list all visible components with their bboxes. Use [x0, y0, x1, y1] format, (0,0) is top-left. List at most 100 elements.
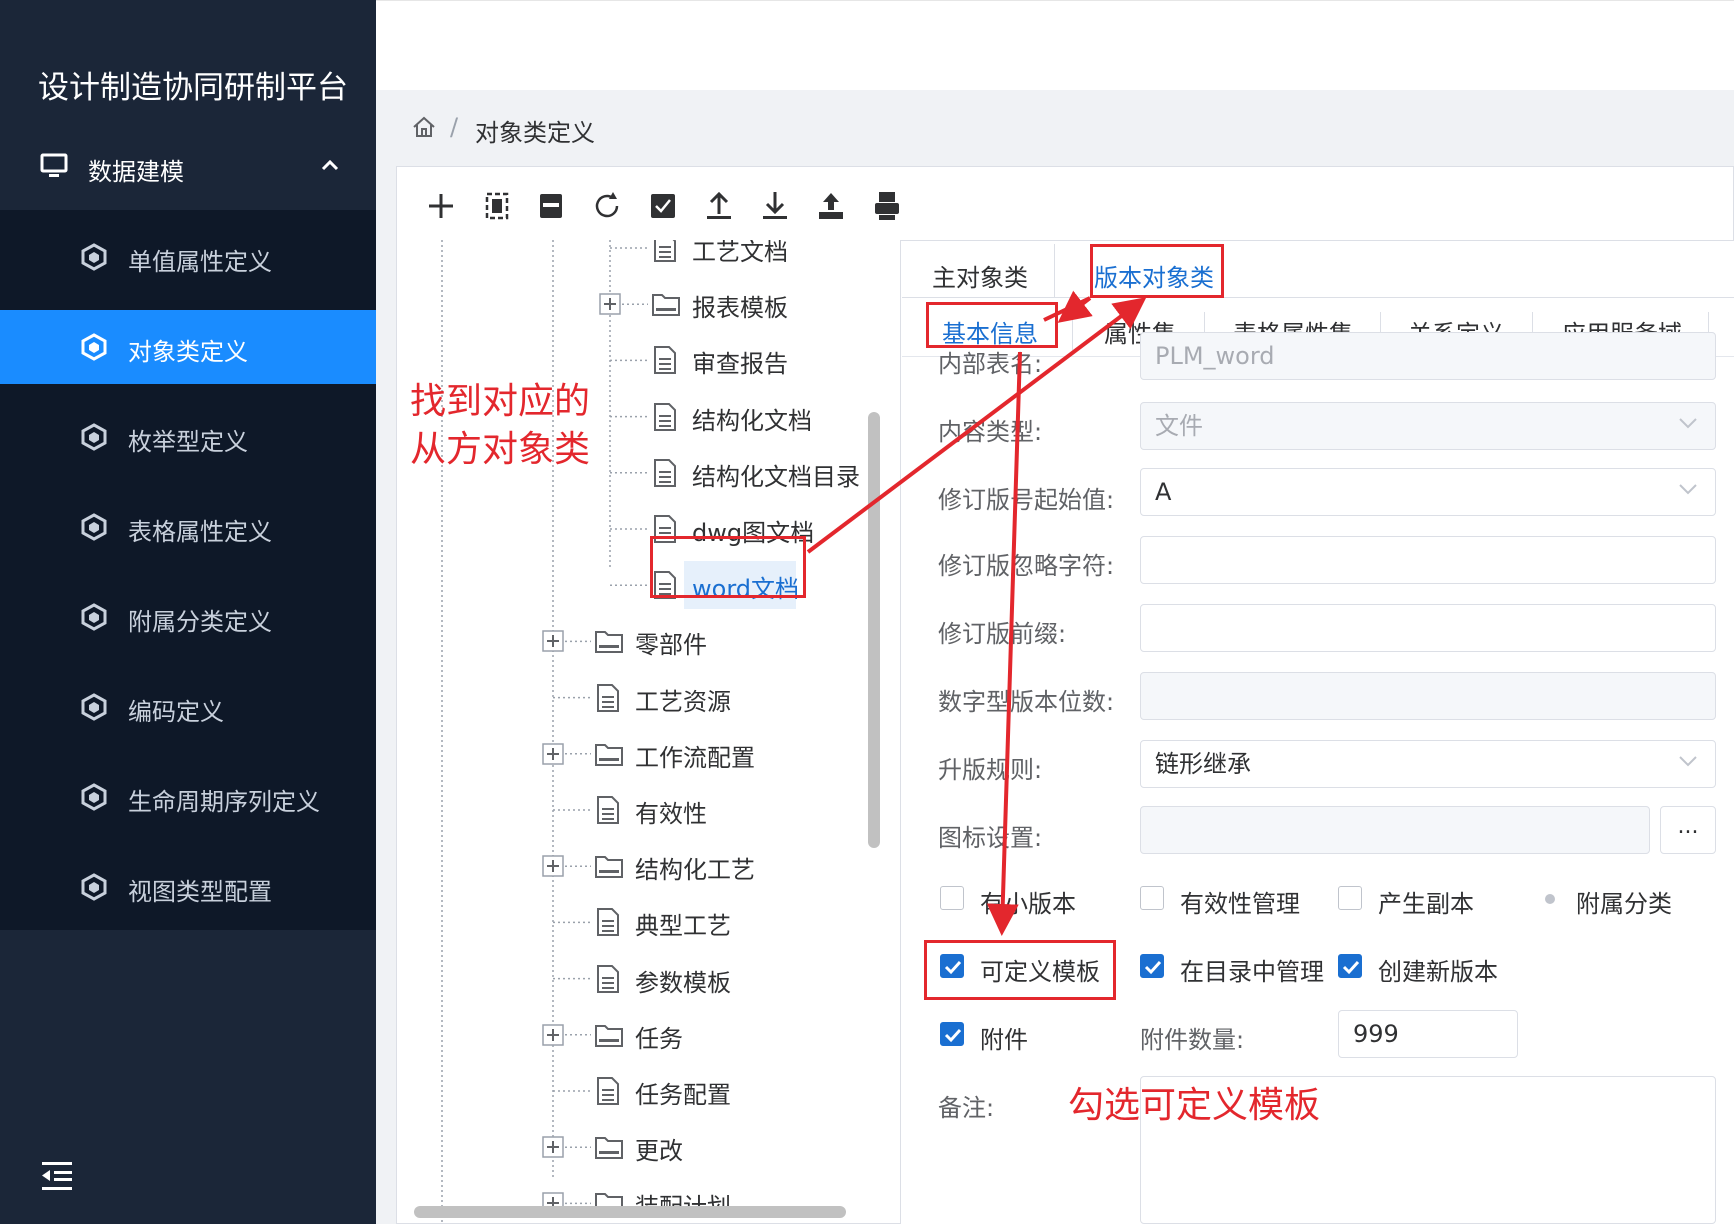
validity-mgmt-checkbox[interactable] — [1140, 886, 1164, 910]
affiliated-class-dot — [1545, 894, 1555, 904]
breadcrumb-separator: / — [450, 113, 459, 141]
document-icon — [654, 346, 676, 375]
sidebar-item-label: 附属分类定义 — [128, 608, 272, 636]
tree-node[interactable]: 零部件 — [398, 621, 868, 661]
annotation-check-template: 勾选可定义模板 — [1068, 1085, 1321, 1126]
icon-setting-input — [1140, 806, 1650, 854]
revision-start-value: A — [1155, 478, 1172, 506]
expand-plus-icon[interactable] — [599, 293, 621, 315]
sidebar-group-data-modeling[interactable]: 数据建模 — [0, 130, 376, 210]
document-icon — [654, 458, 676, 487]
tree-vertical-scrollbar[interactable] — [868, 412, 880, 848]
revision-prefix-input[interactable] — [1140, 604, 1716, 652]
numeric-digits-label: 数字型版本位数: — [938, 688, 1115, 716]
icon-browse-button[interactable]: ... — [1660, 806, 1716, 854]
document-icon — [597, 908, 619, 937]
sidebar-item-1[interactable]: 对象类定义 — [0, 310, 376, 384]
app-root: 设计制造协同研制平台 数据建模 单值属性定义对象类定义枚举型定义表格属性定义 附属… — [0, 0, 1734, 1224]
tree-node-label: 工艺文档 — [692, 240, 788, 266]
tree-horizontal-scrollbar[interactable] — [414, 1206, 846, 1218]
annotation-box-word-doc — [650, 536, 806, 598]
checkmark-icon — [1144, 960, 1162, 975]
sidebar-item-4[interactable]: 附属分类定义 — [0, 580, 376, 654]
home-icon[interactable] — [412, 116, 436, 138]
sidebar-item-6[interactable]: 生命周期序列定义 — [0, 760, 376, 834]
has-minor-version-checkbox[interactable] — [940, 886, 964, 910]
chevron-down-icon — [1679, 484, 1697, 495]
tree-node[interactable]: 任务配置 — [398, 1071, 868, 1111]
tree-node-label: 参数模板 — [635, 968, 731, 997]
primary-tab-divider — [1054, 244, 1055, 298]
add-icon[interactable] — [423, 188, 459, 224]
cube-icon — [81, 603, 107, 631]
folder-icon — [595, 1024, 623, 1047]
tree-node[interactable]: 任务 — [398, 1015, 868, 1055]
tree-node[interactable]: 结构化工艺 — [398, 846, 868, 886]
create-new-version-checkbox[interactable] — [1338, 954, 1362, 978]
refresh-icon[interactable] — [589, 188, 625, 224]
sidebar-item-0[interactable]: 单值属性定义 — [0, 220, 376, 294]
expand-plus-icon[interactable] — [542, 855, 564, 877]
tree-node-label: 结构化工艺 — [635, 856, 755, 885]
cube-icon — [81, 333, 107, 361]
tree-node[interactable]: 工艺文档 — [398, 240, 868, 268]
catalog-mgmt-checkbox[interactable] — [1140, 954, 1164, 978]
document-icon — [597, 683, 619, 712]
tree-node-label: 工艺资源 — [635, 687, 731, 716]
tree-node[interactable]: 参数模板 — [398, 959, 868, 999]
sidebar-item-label: 表格属性定义 — [128, 518, 272, 546]
copy-icon[interactable] — [479, 188, 515, 224]
tree-node[interactable]: 工艺资源 — [398, 678, 868, 718]
document-icon — [597, 964, 619, 993]
annotation-find-line2: 从方对象类 — [410, 429, 591, 470]
revision-ignore-label: 修订版忽略字符: — [938, 552, 1115, 580]
expand-plus-icon[interactable] — [542, 630, 564, 653]
primary-tab-0[interactable]: 主对象类 — [932, 258, 1028, 308]
sidebar-item-label: 视图类型配置 — [128, 878, 272, 906]
check-icon[interactable] — [645, 188, 681, 224]
sidebar-item-2[interactable]: 枚举型定义 — [0, 400, 376, 474]
sidebar-item-label: 对象类定义 — [128, 338, 248, 366]
checkmark-icon — [944, 1028, 962, 1043]
sidebar-item-5[interactable]: 编码定义 — [0, 670, 376, 744]
expand-plus-icon[interactable] — [542, 1024, 564, 1046]
save-icon[interactable] — [533, 188, 569, 224]
revision-ignore-input[interactable] — [1140, 536, 1716, 584]
chevron-up-icon — [321, 159, 339, 171]
sidebar-item-label: 生命周期序列定义 — [128, 788, 320, 816]
catalog-mgmt-label: 在目录中管理 — [1180, 958, 1324, 986]
revision-prefix-label: 修订版前缀: — [938, 620, 1067, 648]
app-title: 设计制造协同研制平台 — [38, 70, 348, 106]
annotation-box-basic-info — [926, 302, 1058, 348]
tree-node[interactable]: 工作流配置 — [398, 734, 868, 774]
create-copy-checkbox[interactable] — [1338, 886, 1362, 910]
tree-node[interactable]: 典型工艺 — [398, 902, 868, 942]
expand-plus-icon[interactable] — [542, 743, 564, 765]
print-icon[interactable] — [869, 188, 905, 224]
folder-icon — [652, 294, 680, 317]
tree-node[interactable]: 有效性 — [398, 790, 868, 830]
upload-icon[interactable] — [701, 188, 737, 224]
tree-node-label: 任务配置 — [635, 1081, 731, 1109]
sidebar-item-3[interactable]: 表格属性定义 — [0, 490, 376, 564]
annotation-find-line1: 找到对应的 — [410, 381, 591, 422]
create-copy-label: 产生副本 — [1378, 890, 1474, 918]
sidebar-item-7[interactable]: 视图类型配置 — [0, 850, 376, 924]
cube-icon — [81, 243, 107, 271]
export-icon[interactable] — [813, 188, 849, 224]
expand-plus-icon[interactable] — [542, 1136, 564, 1158]
upgrade-rule-select[interactable]: 链形继承 — [1140, 740, 1716, 788]
attachment-count-input[interactable]: 999 — [1338, 1010, 1518, 1058]
revision-start-select[interactable]: A — [1140, 468, 1716, 516]
tree-node[interactable]: 报表模板 — [398, 284, 868, 324]
tree-node[interactable]: 更改 — [398, 1127, 868, 1167]
tree-node[interactable]: 审查报告 — [398, 340, 868, 380]
menu-fold-icon[interactable] — [42, 1162, 72, 1190]
sidebar: 设计制造协同研制平台 数据建模 单值属性定义对象类定义枚举型定义表格属性定义 附属… — [0, 0, 376, 1224]
chevron-down-icon — [1679, 756, 1697, 767]
monitor-icon — [40, 153, 68, 177]
cube-icon — [81, 513, 107, 541]
attachment-checkbox[interactable] — [940, 1022, 964, 1046]
download-icon[interactable] — [757, 188, 793, 224]
validity-mgmt-label: 有效性管理 — [1180, 890, 1300, 918]
